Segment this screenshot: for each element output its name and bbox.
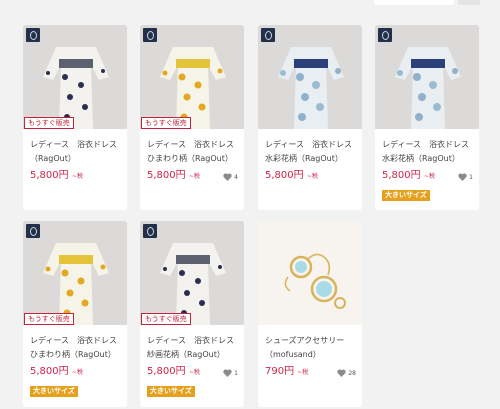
product-card[interactable]: もうすぐ販売 レディース 浴衣ドレス ひまわり柄（RagOut） 5,800円 ~… xyxy=(23,221,127,407)
product-title[interactable]: レディース 浴衣ドレス ひまわり柄（RagOut） xyxy=(147,138,241,166)
heart-icon xyxy=(223,173,232,181)
product-image: もうすぐ販売 xyxy=(140,25,244,129)
coming-soon-tag: もうすぐ販売 xyxy=(24,313,74,325)
product-card[interactable]: もうすぐ販売 レディース 浴衣ドレス 紗画花柄（RagOut） 5,800円 ~税… xyxy=(140,221,244,407)
product-image: もうすぐ販売 xyxy=(23,25,127,129)
brand-logo xyxy=(261,28,275,42)
like-count: 4 xyxy=(234,173,238,181)
coming-soon-tag: もうすぐ販売 xyxy=(24,117,74,129)
product-title[interactable]: レディース 浴衣ドレス ひまわり柄（RagOut） xyxy=(30,334,124,362)
product-image: もうすぐ販売 xyxy=(140,221,244,325)
product-price: 5,800円 ~税 xyxy=(30,170,83,181)
product-price: 5,800円 ~税 xyxy=(382,170,435,181)
product-image xyxy=(258,25,362,129)
product-title[interactable]: レディース 浴衣ドレス 紗画花柄（RagOut） xyxy=(147,334,241,362)
product-image xyxy=(258,221,362,325)
heart-icon xyxy=(337,369,347,377)
like-button[interactable]: 28 xyxy=(337,368,356,378)
top-button-edge[interactable] xyxy=(458,0,480,5)
product-card[interactable]: もうすぐ販売 レディース 浴衣ドレス （RagOut） 5,800円 ~税 xyxy=(23,25,127,210)
coming-soon-tag: もうすぐ販売 xyxy=(141,117,191,129)
product-title[interactable]: レディース 浴衣ドレス 水彩花柄（RagOut） xyxy=(382,138,476,166)
product-price: 5,800円 ~税 xyxy=(265,170,318,181)
product-card[interactable]: もうすぐ販売 レディース 浴衣ドレス ひまわり柄（RagOut） 5,800円 ~… xyxy=(140,25,244,210)
like-count: 1 xyxy=(234,369,238,377)
product-image xyxy=(375,25,479,129)
product-title[interactable]: レディース 浴衣ドレス （RagOut） xyxy=(30,138,124,166)
product-title[interactable]: レディース 浴衣ドレス 水彩花柄（RagOut） xyxy=(265,138,359,166)
big-size-badge: 大きいサイズ xyxy=(30,386,78,397)
brand-logo xyxy=(378,28,392,42)
product-price: 5,800円 ~税 xyxy=(30,366,83,377)
brand-logo xyxy=(143,28,157,42)
brand-logo xyxy=(26,28,40,42)
product-price: 5,800円 ~税 xyxy=(147,170,200,181)
top-input-edge[interactable] xyxy=(374,0,454,5)
like-button[interactable]: 1 xyxy=(458,172,473,182)
like-button[interactable]: 4 xyxy=(223,172,238,182)
product-card[interactable]: レディース 浴衣ドレス 水彩花柄（RagOut） 5,800円 ~税 1 大きいサ… xyxy=(375,25,479,210)
heart-icon xyxy=(458,173,467,181)
product-price: 5,800円 ~税 xyxy=(147,366,200,377)
product-image: もうすぐ販売 xyxy=(23,221,127,325)
big-size-badge: 大きいサイズ xyxy=(147,386,195,397)
product-title[interactable]: シューズアクセサリー （mofusand） xyxy=(265,334,359,362)
brand-logo xyxy=(143,224,157,238)
like-count: 1 xyxy=(469,173,473,181)
like-count: 28 xyxy=(348,369,356,377)
heart-icon xyxy=(223,369,232,377)
product-card[interactable]: シューズアクセサリー （mofusand） 790円 ~税 28 xyxy=(258,221,362,407)
brand-logo xyxy=(26,224,40,238)
coming-soon-tag: もうすぐ販売 xyxy=(141,313,191,325)
product-price: 790円 ~税 xyxy=(265,366,309,377)
big-size-badge: 大きいサイズ xyxy=(382,190,430,201)
product-card[interactable]: レディース 浴衣ドレス 水彩花柄（RagOut） 5,800円 ~税 xyxy=(258,25,362,210)
like-button[interactable]: 1 xyxy=(223,368,238,378)
